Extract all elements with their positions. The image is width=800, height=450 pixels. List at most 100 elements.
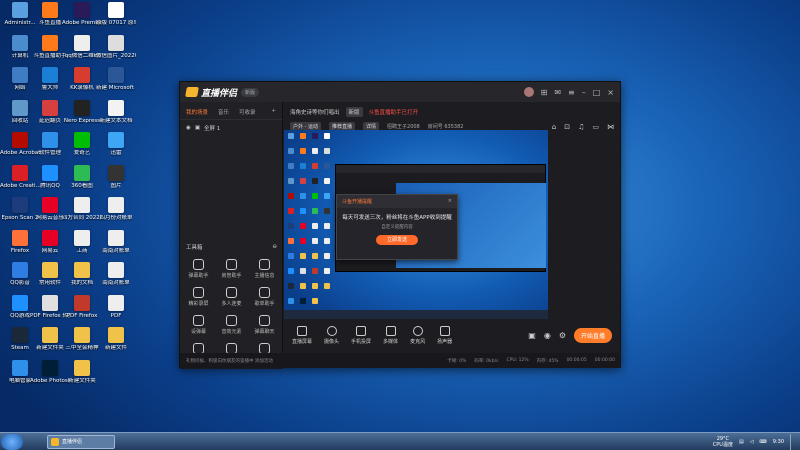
app-icon [42, 294, 58, 311]
minimize-icon[interactable]: – [582, 88, 586, 97]
room-tag[interactable]: 新版 [345, 107, 363, 117]
version-badge[interactable]: 新版 [241, 87, 260, 97]
toolbox-item[interactable]: 歌单助手 [248, 287, 281, 307]
camera-button[interactable]: 摄像头 [324, 326, 339, 345]
desktop-icon[interactable]: 原版 07017 原单(2023) [96, 2, 136, 27]
toolbox-settings-icon[interactable]: ⊖ [272, 244, 277, 250]
menu-icon[interactable]: ≡ [568, 88, 575, 97]
desktop-icon[interactable]: 微信图片_2022040... [96, 34, 136, 60]
show-desktop-button[interactable] [790, 433, 796, 450]
phone-cast-button[interactable]: 手机投屏 [351, 326, 371, 345]
toolbox-item[interactable]: 主播信息 [248, 259, 281, 279]
start-button[interactable] [1, 433, 23, 450]
preview-canvas[interactable]: 斗鱼开播提醒 × 每天可发送三次，粉丝将在斗鱼APP收到提醒 自定义提醒内容 立即… [284, 130, 548, 319]
desktop-icon[interactable]: 四方合同 20220317 [62, 197, 102, 222]
screen-icon[interactable]: ▭ [592, 123, 599, 131]
bell-icon[interactable]: ♫ [578, 123, 584, 131]
preview-icon [288, 298, 294, 304]
desktop-icon[interactable]: 南南对账单 [98, 262, 134, 287]
maximize-icon[interactable]: □ [593, 88, 601, 97]
app-icon [74, 197, 90, 213]
tool-label: 设弹幕 [190, 329, 206, 335]
taskbar-app-button[interactable]: 直播伴侣 [47, 434, 115, 449]
toolbox-item[interactable]: 设弹幕 [182, 315, 215, 335]
screen-capture-button[interactable]: 直播屏幕 [292, 326, 312, 345]
preview-icon [288, 238, 294, 244]
tool-icon [193, 315, 204, 326]
desktop-icon[interactable]: PDF [98, 294, 134, 320]
preview-icon [312, 268, 318, 274]
desktop-icon[interactable]: 新建文件 [98, 327, 134, 352]
speaker-button[interactable]: 扬声器 [437, 326, 452, 345]
start-live-button[interactable]: 开始直播 [573, 328, 612, 343]
tool-label: 弹幕聊天 [254, 329, 275, 335]
toolbox-item[interactable]: 房管助手 [215, 259, 248, 279]
dialog-close-icon[interactable]: × [448, 198, 452, 205]
share-icon[interactable]: ⋈ [607, 123, 614, 131]
mail-icon[interactable]: ✉ [554, 88, 561, 97]
tab-music[interactable]: 音乐 [218, 108, 229, 116]
desktop-icon[interactable]: 工商 [64, 229, 100, 255]
close-icon[interactable]: × [607, 88, 614, 97]
toolbox-item[interactable]: 音效元素 [215, 315, 248, 335]
lock-icon[interactable]: ▣ [195, 125, 200, 131]
desktop-icon[interactable]: 新建 Microsoft ... [96, 67, 136, 92]
desktop-icon[interactable]: 我的文档 [64, 262, 100, 287]
clock[interactable]: 9:30 [773, 439, 784, 445]
avatar[interactable] [523, 87, 534, 97]
preview-icon [312, 133, 318, 139]
toolbox-item[interactable]: 多人连麦 [215, 287, 248, 307]
desktop-icon[interactable]: 图片 [98, 164, 134, 190]
desktop-icon-label: 南南对账单 [102, 247, 130, 254]
desktop-icon[interactable]: Adobe Premiere P... [62, 2, 102, 27]
desktop-icon[interactable]: 新建文本文档 [98, 99, 134, 125]
desktop-icon[interactable]: 360看图 [64, 164, 100, 190]
desktop-icon[interactable]: Nero Express [64, 99, 100, 125]
memory-status: 内存: 45% [536, 358, 559, 364]
add-tab-icon[interactable]: + [271, 108, 276, 116]
toolbox-item[interactable]: 精彩录屏 [182, 287, 215, 307]
record-icon[interactable]: ▣ [528, 331, 536, 340]
desktop-icon-label: 新建文件夹 [68, 377, 96, 384]
desktop-icon[interactable]: PDF Firefox [64, 294, 100, 320]
toolbox-item[interactable]: 弹幕助手 [182, 259, 215, 279]
media-button[interactable]: 多媒体 [383, 326, 398, 345]
dialog-subtext[interactable]: 自定义提醒内容 [342, 224, 452, 230]
skin-icon[interactable]: ⊞ [541, 88, 548, 97]
app-icon [108, 164, 124, 181]
microphone-icon [412, 326, 423, 336]
gift-icon[interactable]: ⊡ [564, 123, 570, 131]
lock-icon[interactable]: ⌂ [552, 123, 556, 131]
desktop-icon[interactable]: KK录像机 [64, 67, 100, 92]
dialog-body: 每天可发送三次，粉丝将在斗鱼APP收到提醒 [342, 215, 452, 221]
eye-icon[interactable]: ◉ [544, 331, 551, 340]
app-brand: 直播伴侣 [201, 88, 238, 99]
tab-scenes[interactable]: 我的场景 [186, 108, 208, 116]
app-icon [42, 34, 58, 51]
desktop-icon[interactable]: 三中全会精神 [64, 327, 100, 352]
scene-item[interactable]: ◉ ▣ 全屏 1 [180, 120, 282, 136]
desktop-icon[interactable]: 四月份对账单 [98, 197, 134, 222]
desktop-icon-label: 新建文件 [104, 345, 127, 351]
desktop-icon[interactable]: 新建文件夹 [64, 359, 100, 385]
preview-icon [288, 133, 294, 139]
tool-icon [259, 287, 270, 298]
preview-icon [324, 133, 330, 139]
desktop-icon[interactable]: 迅雷 [98, 132, 134, 157]
volume-icon[interactable]: ◁ [750, 439, 754, 445]
microphone-button[interactable]: 麦克风 [410, 326, 425, 345]
tab-capture[interactable]: 可收录 [239, 108, 256, 116]
temp-label: CPU温度 [712, 441, 733, 448]
desktop-icon[interactable]: qq微信二维码 [64, 34, 100, 60]
eye-icon[interactable]: ◉ [186, 125, 191, 131]
room-title[interactable]: 海角史诗等你们唱出 [290, 108, 340, 116]
preview-icon [324, 268, 330, 274]
input-icon[interactable]: ⌨ [760, 439, 767, 445]
app-icon [74, 229, 90, 246]
send-now-button[interactable]: 立即发送 [376, 235, 418, 245]
desktop-icon[interactable]: 爱奇艺 [64, 132, 100, 157]
toolbox-item[interactable]: 弹幕聊天 [248, 315, 281, 335]
settings-icon[interactable]: ⚙ [559, 331, 566, 340]
desktop-icon[interactable]: 南南对账单 [98, 229, 134, 255]
network-icon[interactable]: ▤ [739, 439, 744, 445]
